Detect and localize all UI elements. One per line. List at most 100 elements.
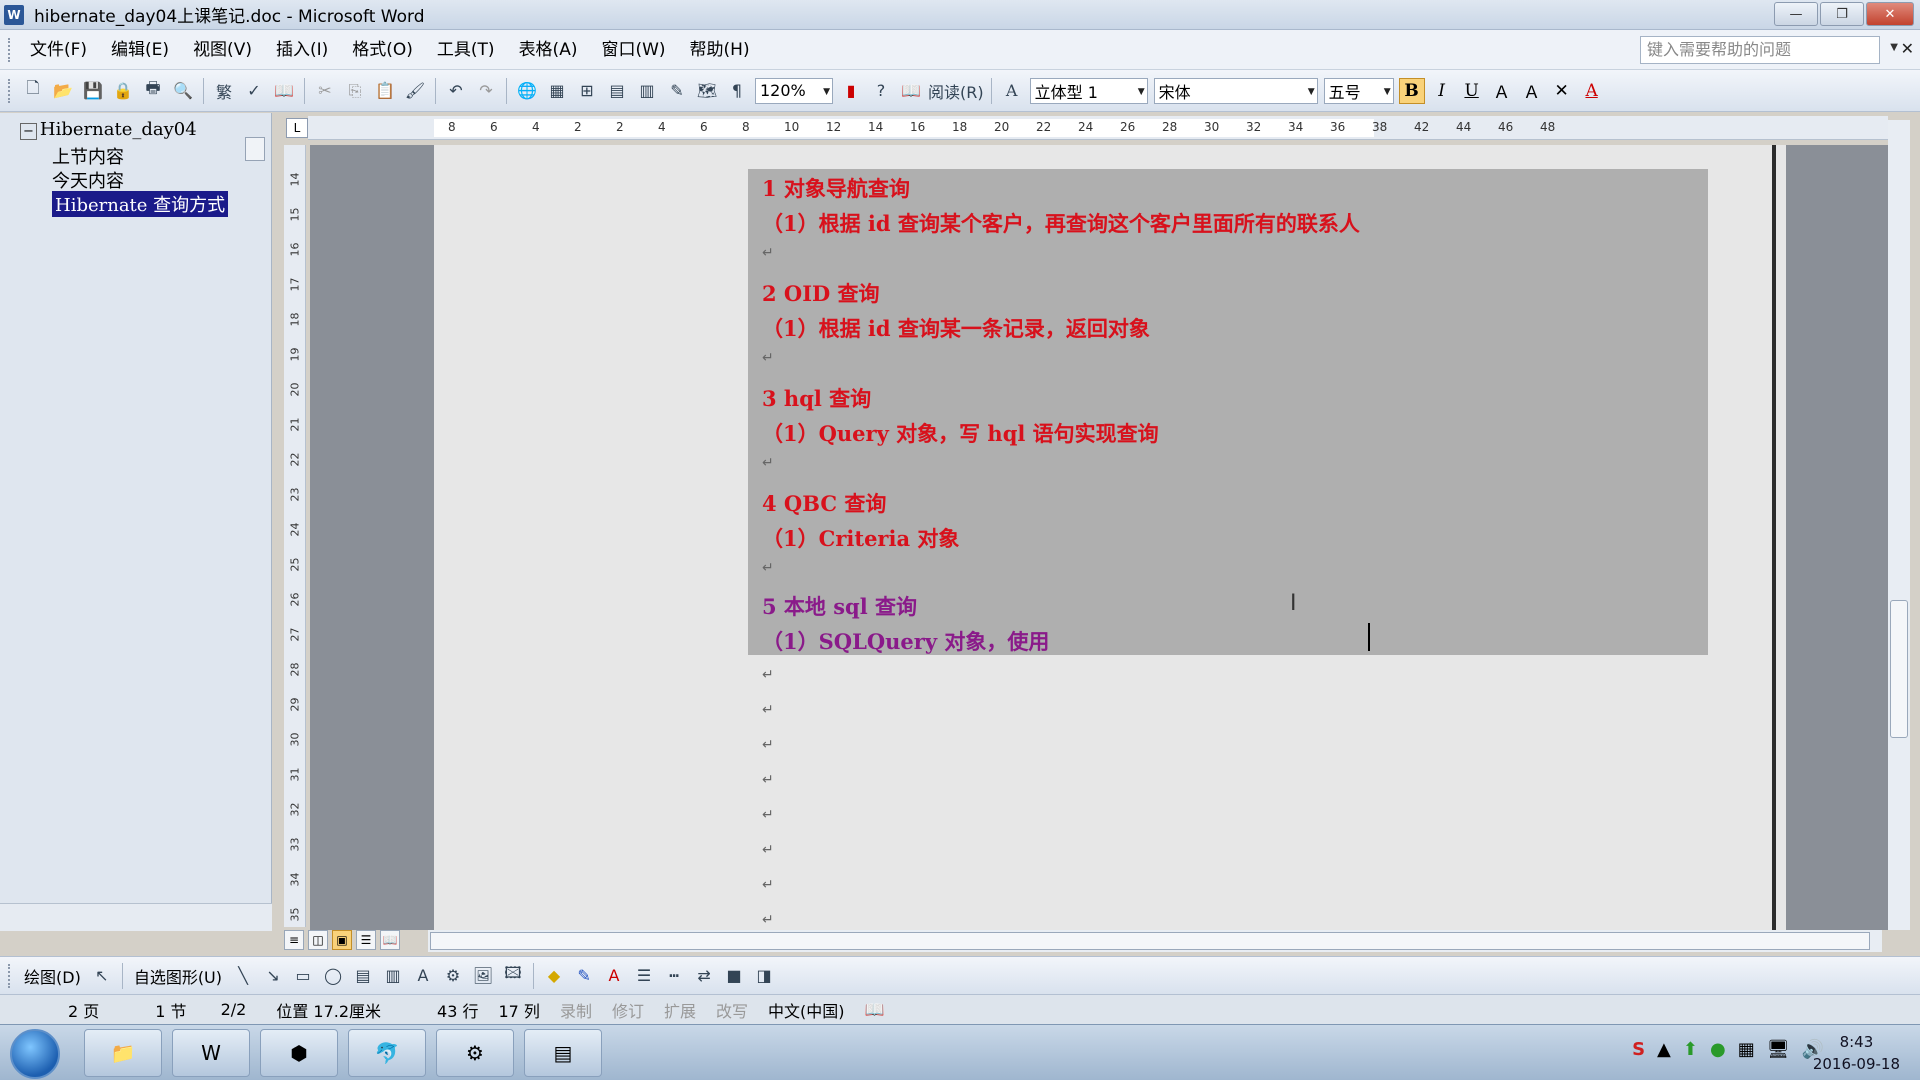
item-oid-query[interactable]: （1）根据 id 查询某一条记录，返回对象 xyxy=(762,313,1150,343)
horizontal-ruler[interactable]: 8 6 4 2 2 4 6 8 10 12 14 16 18 20 22 24 26 28 30 32 34 36 38 42… xyxy=(308,116,1888,140)
nav-item-query-methods[interactable]: Hibernate 查询方式 xyxy=(52,191,229,217)
word-taskbar-icon[interactable]: W xyxy=(172,1029,250,1077)
menu-tools[interactable]: 工具(T) xyxy=(425,35,507,65)
document-map-icon[interactable]: 🗺 xyxy=(694,78,720,104)
heading-qbc-query[interactable]: 4 QBC 查询 xyxy=(762,488,886,518)
normal-view-icon[interactable]: ≡ xyxy=(284,930,304,950)
char-scale-icon[interactable]: ✕ xyxy=(1549,78,1575,104)
nav-item-today[interactable]: 今天内容 xyxy=(52,167,124,193)
vertical-ruler[interactable]: 14 15 16 17 18 19 20 21 22 23 24 25 26 27 28 29 30 31 32 33… xyxy=(284,145,306,927)
window-taskbar-icon[interactable]: ▤ xyxy=(524,1029,602,1077)
3d-style-icon[interactable]: ◨ xyxy=(751,963,777,989)
undo-icon[interactable]: ↶ xyxy=(443,78,469,104)
show-hide-icon[interactable]: ¶ xyxy=(724,78,750,104)
permission-icon[interactable]: 🔒 xyxy=(110,78,136,104)
underline-button[interactable]: U xyxy=(1459,78,1485,104)
textbox-icon[interactable]: ▤ xyxy=(350,963,376,989)
restore-button[interactable]: ❐ xyxy=(1820,2,1864,26)
start-button[interactable] xyxy=(10,1029,60,1079)
heading-hql-query[interactable]: 3 hql 查询 xyxy=(762,383,871,413)
zoom-select[interactable]: 120% ▼ xyxy=(755,77,833,104)
help-search-input[interactable]: 键入需要帮助的问题 xyxy=(1640,36,1880,64)
dash-style-icon[interactable]: ┅ xyxy=(661,963,687,989)
menu-table[interactable]: 表格(A) xyxy=(507,35,590,65)
nav-root[interactable]: − Hibernate_day04 xyxy=(20,119,197,140)
open-folder-icon[interactable]: 📂 xyxy=(50,78,76,104)
menu-help[interactable]: 帮助(H) xyxy=(678,35,762,65)
status-track-changes[interactable]: 修订 xyxy=(602,998,654,1022)
nav-item-previous-section[interactable]: 上节内容 xyxy=(52,143,124,169)
arrow-style-icon[interactable]: ⇄ xyxy=(691,963,717,989)
eclipse-taskbar-icon[interactable]: ⚙ xyxy=(436,1029,514,1077)
char-shading-icon[interactable]: Ａ xyxy=(1519,78,1545,104)
nav-horizontal-scrollbar[interactable] xyxy=(0,903,272,931)
bookmark-icon[interactable]: ▮ xyxy=(838,78,864,104)
rectangle-icon[interactable]: ▭ xyxy=(290,963,316,989)
clock[interactable]: 8:43 2016-09-18 xyxy=(1813,1031,1900,1075)
hyperlink-icon[interactable]: 🌐 xyxy=(514,78,540,104)
read-button[interactable]: 阅读(R) xyxy=(928,78,984,104)
status-extend[interactable]: 扩展 xyxy=(654,998,706,1022)
heading-native-sql-query[interactable]: 5 本地 sql 查询 xyxy=(762,591,917,621)
font-color-icon[interactable]: A xyxy=(1579,78,1605,104)
outline-view-icon[interactable]: ☰ xyxy=(356,930,376,950)
draw-menu-button[interactable]: 绘图(D) xyxy=(24,964,81,988)
bold-button[interactable]: B xyxy=(1398,77,1425,104)
horizontal-scrollbar[interactable] xyxy=(428,930,1882,952)
fill-color-icon[interactable]: ◆ xyxy=(541,963,567,989)
menu-format[interactable]: 格式(O) xyxy=(340,35,425,65)
wordart-icon[interactable]: A xyxy=(410,963,436,989)
insert-excel-icon[interactable]: ▤ xyxy=(604,78,630,104)
nav-scrollbar-thumb[interactable] xyxy=(245,137,265,161)
menu-insert[interactable]: 插入(I) xyxy=(264,35,340,65)
network-upload-icon[interactable]: ⬆ xyxy=(1683,1039,1698,1060)
item-qbc-query[interactable]: （1）Criteria 对象 xyxy=(762,523,959,553)
copy-icon[interactable]: ⎘ xyxy=(342,78,368,104)
autoshapes-menu-button[interactable]: 自选图形(U) xyxy=(134,964,222,988)
device-icon[interactable]: ▦ xyxy=(1738,1039,1755,1060)
print-layout-icon[interactable]: ▣ xyxy=(332,930,352,950)
heading-oid-query[interactable]: 2 OID 查询 xyxy=(762,278,880,308)
paste-icon[interactable]: 📋 xyxy=(372,78,398,104)
minimize-button[interactable]: — xyxy=(1774,2,1818,26)
collapse-icon[interactable]: − xyxy=(20,123,37,140)
close-icon[interactable]: ✕ xyxy=(1901,39,1914,58)
vertical-scrollbar[interactable] xyxy=(1888,120,1910,930)
vertical-scrollbar-thumb[interactable] xyxy=(1890,600,1908,738)
diagram-icon[interactable]: ⚙ xyxy=(440,963,466,989)
drawing-icon[interactable]: ✎ xyxy=(664,78,690,104)
spelling-icon[interactable]: ✓ xyxy=(241,78,267,104)
shadow-icon[interactable]: ■ xyxy=(721,963,747,989)
save-icon[interactable]: 💾 xyxy=(80,78,106,104)
line-icon[interactable]: ╲ xyxy=(230,963,256,989)
columns-icon[interactable]: ▥ xyxy=(634,78,660,104)
font-size-select[interactable]: 五号 ▼ xyxy=(1323,77,1394,104)
cut-icon[interactable]: ✂ xyxy=(312,78,338,104)
mysql-taskbar-icon[interactable]: 🐬 xyxy=(348,1029,426,1077)
tab-stop-selector[interactable]: L xyxy=(286,118,308,138)
reading-view-icon[interactable]: 📖 xyxy=(380,930,400,950)
heading-object-navigation[interactable]: 1 对象导航查询 xyxy=(762,173,910,203)
status-language[interactable]: 中文(中国) xyxy=(758,998,855,1022)
horizontal-scrollbar-thumb[interactable] xyxy=(430,932,1870,950)
read-icon[interactable]: 📖 xyxy=(898,78,924,104)
picture-icon[interactable]: 🖾 xyxy=(500,963,526,989)
new-document-icon[interactable]: 🗋 xyxy=(20,78,46,104)
security-icon[interactable]: ● xyxy=(1710,1039,1726,1060)
close-button[interactable]: ✕ xyxy=(1866,2,1914,26)
item-object-navigation[interactable]: （1）根据 id 查询某个客户，再查询这个客户里面所有的联系人 xyxy=(762,208,1360,238)
line-style-icon[interactable]: ☰ xyxy=(631,963,657,989)
item-native-sql-query[interactable]: （1）SQLQuery 对象，使用 xyxy=(762,626,1049,656)
style-select[interactable]: 立体型 1 ▼ xyxy=(1029,77,1148,104)
font-select[interactable]: 宋体 ▼ xyxy=(1153,77,1318,104)
help-icon[interactable]: ? xyxy=(868,78,894,104)
network-icon[interactable]: 🖥 xyxy=(1767,1039,1790,1060)
traditional-chinese-button[interactable]: 繁 xyxy=(211,78,237,104)
redo-icon[interactable]: ↷ xyxy=(473,78,499,104)
spelling-status-icon[interactable]: 📖 xyxy=(855,1000,895,1019)
chevron-down-icon[interactable]: ▼ xyxy=(1890,42,1898,53)
print-icon[interactable]: 🖶 xyxy=(140,78,166,104)
select-objects-icon[interactable]: ↖ xyxy=(89,963,115,989)
char-border-icon[interactable]: Ａ xyxy=(1489,78,1515,104)
sogou-input-icon[interactable]: S xyxy=(1632,1039,1645,1060)
